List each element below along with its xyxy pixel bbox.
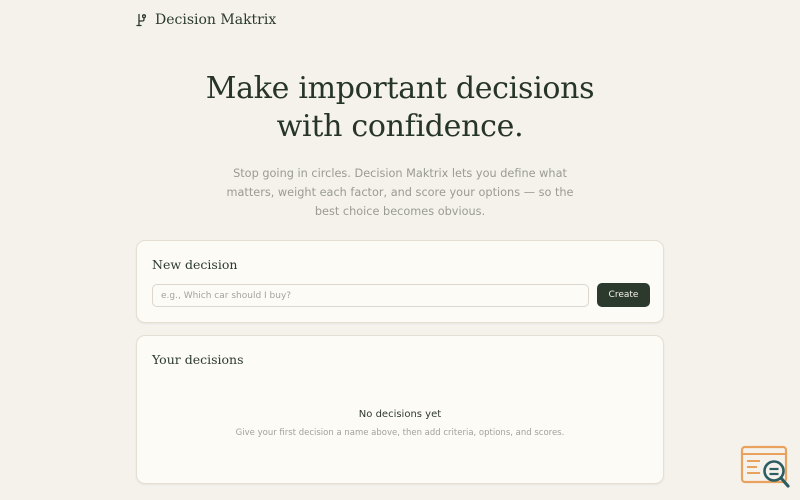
hero-subtitle: Stop going in circles. Decision Maktrix …: [226, 167, 574, 218]
new-decision-card: New decision Create: [136, 240, 664, 323]
empty-state-subtitle: Give your first decision a name above, t…: [235, 428, 565, 438]
hero-title: Make important decisions with confidence…: [136, 70, 664, 146]
your-decisions-card: Your decisions No decisions yet Give you…: [136, 335, 664, 484]
brand[interactable]: Decision Maktrix: [136, 12, 276, 28]
branch-icon: [136, 13, 147, 27]
hero-title-line-1: Make important decisions: [205, 71, 595, 106]
brand-name: Decision Maktrix: [155, 12, 277, 28]
hero: Make important decisions with confidence…: [136, 70, 664, 221]
hero-title-line-2: with confidence.: [276, 109, 524, 144]
your-decisions-title: Your decisions: [152, 352, 244, 367]
empty-state-title: No decisions yet: [358, 409, 442, 420]
decision-name-input[interactable]: [152, 284, 589, 307]
new-decision-title: New decision: [152, 257, 238, 272]
watermark-logo: [740, 444, 792, 490]
create-button[interactable]: Create: [597, 283, 650, 307]
